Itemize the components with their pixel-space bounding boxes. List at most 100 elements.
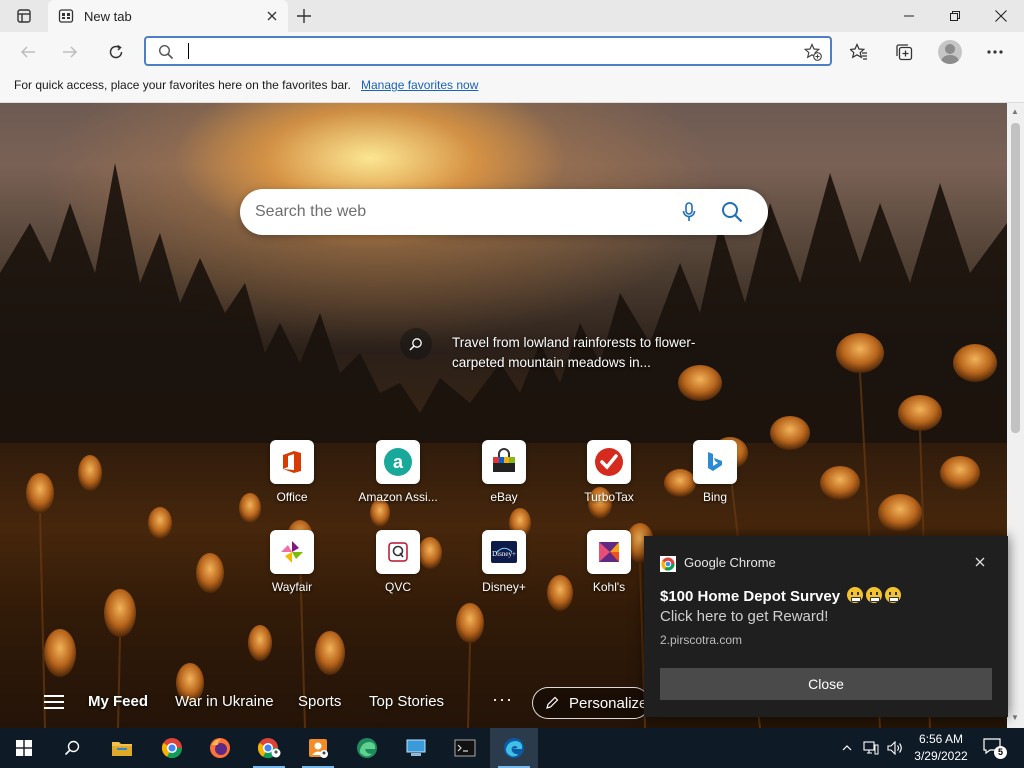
grimacing-face-icon [885,587,902,603]
minimize-button[interactable] [886,0,932,32]
clock-time: 6:56 AM [918,732,964,746]
scroll-up-arrow-icon[interactable]: ▲ [1011,107,1019,116]
feed-tab-sports[interactable]: Sports [298,693,341,710]
notification-app-name: Google Chrome [684,555,776,570]
page-scrollbar[interactable]: ▲ ▼ [1007,103,1024,728]
taskbar-edge[interactable] [490,728,538,768]
taskbar-remote-desktop[interactable] [392,728,440,768]
notification-close-button[interactable] [972,554,988,570]
wayfair-icon [281,541,303,563]
quick-link-amazon-assistant[interactable]: a Amazon Assi... [353,440,443,520]
address-input[interactable] [186,42,766,60]
taskbar: 6:56 AM 3/29/2022 5 [0,728,1024,768]
tab-close-button[interactable] [264,8,280,24]
taskbar-chrome-profile[interactable] [245,728,293,768]
add-favorite-button[interactable] [802,41,824,63]
qvc-icon [388,542,408,562]
volume-button[interactable] [884,728,906,768]
notification-body: Click here to get Reward! [660,608,829,625]
image-info-button[interactable] [400,328,432,360]
folder-icon [112,742,132,756]
refresh-icon [109,44,123,59]
close-icon [995,10,1007,22]
clock-date: 3/29/2022 [914,749,968,763]
manage-favorites-link[interactable]: Manage favorites now [361,78,478,92]
web-search-input[interactable] [255,202,655,222]
svg-text:Disney+: Disney+ [492,550,516,558]
collections-button[interactable] [888,36,920,68]
personalize-button[interactable]: Personalize [532,687,650,719]
feed-tab-top-stories[interactable]: Top Stories [369,693,444,710]
feed-more-button[interactable]: ··· [492,689,513,710]
hamburger-menu-icon[interactable] [44,695,64,711]
taskbar-firefox[interactable] [196,728,244,768]
svg-text:a: a [393,452,404,472]
office-logo-tile [270,440,314,484]
notification-count-badge: 5 [994,746,1007,759]
refresh-button[interactable] [100,36,132,68]
taskbar-chrome[interactable] [148,728,196,768]
search-icon [158,44,174,63]
chevron-up-icon [842,745,852,751]
close-icon [267,11,277,21]
quick-link-turbotax[interactable]: TurboTax [564,440,654,520]
network-button[interactable] [860,728,882,768]
notification-close-action-button[interactable]: Close [660,668,992,700]
settings-more-button[interactable] [979,36,1011,68]
search-icon [64,740,80,756]
taskbar-edge-beta[interactable] [343,728,391,768]
scrollbar-thumb[interactable] [1011,123,1020,433]
search-icon [409,338,422,351]
plus-icon [297,9,311,23]
new-tab-button[interactable] [292,4,316,28]
action-center-button[interactable]: 5 [982,736,1007,760]
taskbar-command-prompt[interactable] [441,728,489,768]
notification-toast[interactable]: Google Chrome $100 Home Depot Survey Cli… [644,536,1008,717]
feed-tab-war-in-ukraine[interactable]: War in Ukraine [175,693,274,710]
taskbar-app-users[interactable] [294,728,342,768]
tile-label: eBay [490,490,518,504]
start-button[interactable] [0,728,48,768]
close-icon [975,557,985,567]
scroll-down-arrow-icon[interactable]: ▼ [1011,713,1019,722]
favorites-button[interactable] [843,36,875,68]
taskbar-search-button[interactable] [48,728,96,768]
address-bar[interactable] [144,36,832,66]
search-icon [722,202,743,223]
close-window-button[interactable] [978,0,1024,32]
terminal-icon [454,739,476,757]
web-search-submit-button[interactable] [720,200,744,224]
back-button[interactable] [12,36,44,68]
edge-icon [504,738,524,758]
tab-new-tab[interactable]: New tab [48,0,288,32]
monitor-icon [406,739,426,756]
background-image-caption[interactable]: Travel from lowland rainforests to flowe… [452,333,732,373]
restore-button[interactable] [932,0,978,32]
new-tab-page-icon [58,9,74,23]
notification-source: 2.pirscotra.com [660,633,743,647]
voice-search-button[interactable] [678,201,700,223]
disney-plus-logo-tile: Disney+ [482,530,526,574]
pencil-icon [546,696,559,709]
forward-button[interactable] [54,36,86,68]
quick-link-bing[interactable]: Bing [670,440,760,520]
profile-avatar[interactable] [938,40,962,64]
feed-tab-my-feed[interactable]: My Feed [88,693,148,710]
quick-link-kohls[interactable]: Kohl's [564,530,654,610]
tab-actions-button[interactable] [8,4,40,28]
chrome-profile-icon [257,738,281,759]
favorites-bar-message: For quick access, place your favorites h… [14,78,351,92]
web-search-box[interactable] [240,189,768,235]
taskbar-file-explorer[interactable] [98,728,146,768]
quick-link-wayfair[interactable]: Wayfair [247,530,337,610]
quick-link-office[interactable]: Office [247,440,337,520]
favorites-bar: For quick access, place your favorites h… [0,72,1024,103]
wayfair-logo-tile [270,530,314,574]
microphone-icon [682,202,696,221]
show-hidden-icons-button[interactable] [838,728,856,768]
ebay-logo-tile [482,440,526,484]
quick-link-qvc[interactable]: QVC [353,530,443,610]
quick-link-disney-plus[interactable]: Disney+ Disney+ [459,530,549,610]
quick-link-ebay[interactable]: eBay [459,440,549,520]
taskbar-clock[interactable]: 6:56 AM 3/29/2022 [912,731,970,765]
